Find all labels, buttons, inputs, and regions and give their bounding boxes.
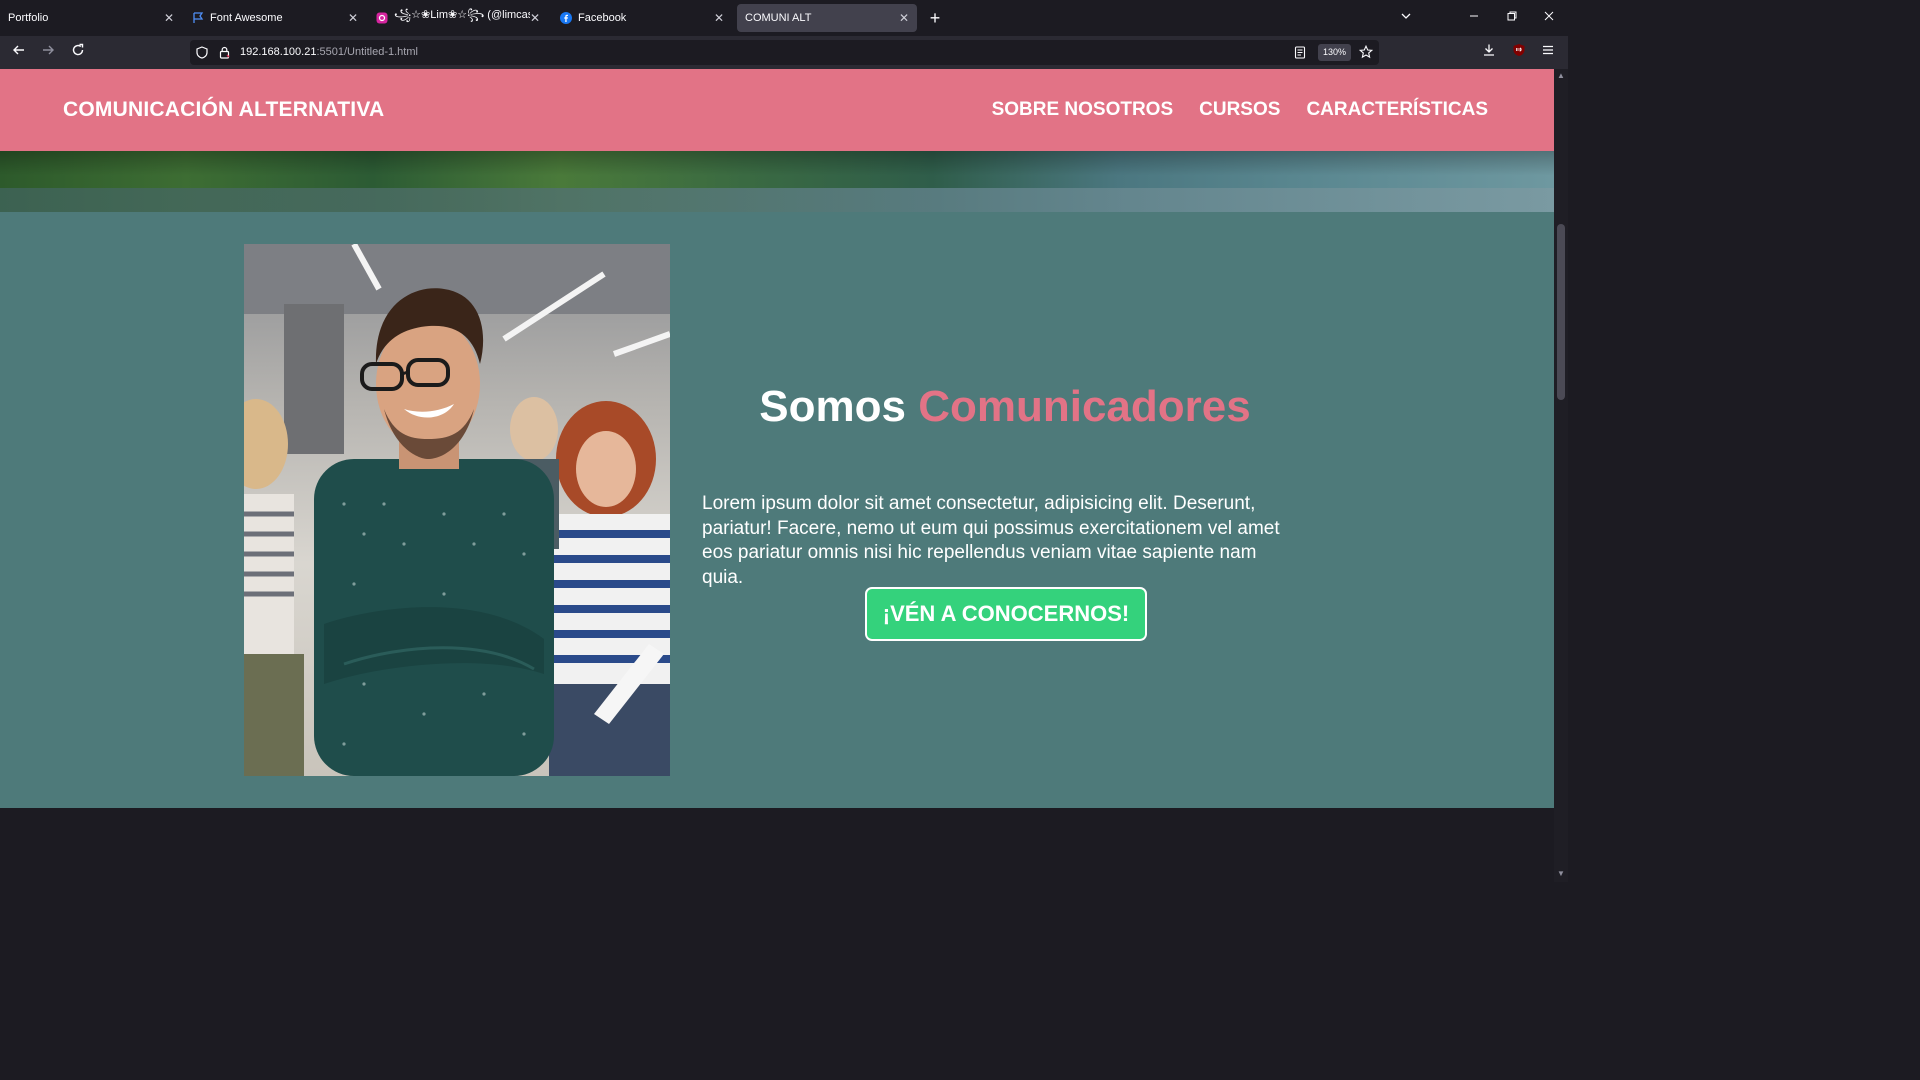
tab-comuni-alt[interactable]: COMUNI ALT ✕ — [737, 4, 917, 32]
tab-instagram[interactable]: ꧁☆❀Lim❀☆꧂ (@limcast_) ✕ — [368, 4, 548, 32]
hero-title-plain: Somos — [759, 382, 906, 431]
tab-title: Portfolio — [8, 12, 49, 24]
back-icon[interactable] — [8, 42, 30, 64]
tab-strip: Portfolio ✕ Font Awesome ✕ ꧁☆❀Lim❀☆꧂ (@l… — [0, 0, 1568, 36]
tab-title: ꧁☆❀Lim❀☆꧂ (@limcast_) — [394, 9, 530, 21]
site-nav: SOBRE NOSOTROS CURSOS CARACTERÍSTICAS — [992, 99, 1488, 121]
tab-title: Facebook — [578, 12, 627, 24]
forward-icon[interactable] — [37, 42, 59, 64]
facebook-icon — [560, 12, 572, 24]
ublock-origin-icon[interactable] — [1508, 42, 1530, 64]
site-logo[interactable]: COMUNICACIÓN ALTERNATIVA — [63, 98, 384, 122]
hero-section: Somos Comunicadores Lorem ipsum dolor si… — [0, 212, 1554, 808]
hamburger-menu-icon[interactable] — [1537, 42, 1559, 64]
close-tab-icon[interactable]: ✕ — [714, 11, 724, 25]
new-tab-button[interactable]: + — [926, 8, 944, 28]
tab-portfolio[interactable]: Portfolio ✕ — [0, 4, 182, 32]
site-header: COMUNICACIÓN ALTERNATIVA SOBRE NOSOTROS … — [0, 69, 1554, 151]
nav-link-sobre-nosotros[interactable]: SOBRE NOSOTROS — [992, 99, 1174, 121]
close-tab-icon[interactable]: ✕ — [899, 11, 909, 25]
hero-title: Somos Comunicadores — [702, 382, 1308, 432]
downloads-icon[interactable] — [1478, 42, 1500, 64]
header-background-image — [0, 151, 1554, 212]
instagram-icon — [376, 12, 388, 24]
url-path: :5501/Untitled-1.html — [316, 46, 418, 58]
url-host: 192.168.100.21 — [240, 46, 317, 58]
tab-font-awesome[interactable]: Font Awesome ✕ — [184, 4, 366, 32]
footer-section — [0, 808, 1554, 882]
shield-icon[interactable] — [196, 46, 208, 64]
close-window-icon[interactable] — [1539, 8, 1559, 28]
url-text[interactable]: 192.168.100.21:5501/Untitled-1.html — [240, 46, 418, 58]
close-tab-icon[interactable]: ✕ — [348, 11, 358, 25]
cta-button[interactable]: ¡VÉN A CONOCERNOS! — [865, 587, 1147, 641]
close-tab-icon[interactable]: ✕ — [164, 11, 174, 25]
nav-link-cursos[interactable]: CURSOS — [1199, 99, 1280, 121]
bookmark-star-icon[interactable] — [1358, 44, 1374, 64]
minimize-icon[interactable] — [1464, 8, 1484, 28]
list-all-tabs-icon[interactable] — [1396, 8, 1416, 28]
page-viewport: COMUNICACIÓN ALTERNATIVA SOBRE NOSOTROS … — [0, 69, 1554, 882]
reload-icon[interactable] — [67, 42, 89, 64]
scrollbar-thumb[interactable] — [1557, 224, 1565, 400]
zoom-indicator[interactable]: 130% — [1318, 44, 1352, 61]
tab-title: Font Awesome — [210, 12, 283, 24]
url-bar[interactable]: 192.168.100.21:5501/Untitled-1.html 130% — [190, 40, 1379, 65]
scroll-up-icon[interactable]: ▲ — [1557, 71, 1565, 80]
scroll-down-icon[interactable]: ▼ — [1557, 869, 1565, 878]
hero-description: Lorem ipsum dolor sit amet consectetur, … — [702, 493, 1280, 588]
reader-view-icon[interactable] — [1294, 46, 1306, 64]
flag-icon — [192, 12, 204, 24]
nav-link-caracteristicas[interactable]: CARACTERÍSTICAS — [1306, 99, 1488, 121]
close-tab-icon[interactable]: ✕ — [530, 11, 540, 25]
hero-photo — [244, 244, 670, 776]
page-scrollbar[interactable]: ▲ ▼ — [1554, 69, 1568, 882]
tab-facebook[interactable]: Facebook ✕ — [552, 4, 732, 32]
lock-icon[interactable] — [219, 46, 230, 64]
hero-title-accent: Comunicadores — [918, 382, 1251, 431]
tab-title: COMUNI ALT — [745, 12, 812, 24]
restore-icon[interactable] — [1502, 8, 1522, 28]
navigation-toolbar: 192.168.100.21:5501/Untitled-1.html 130% — [0, 36, 1568, 69]
